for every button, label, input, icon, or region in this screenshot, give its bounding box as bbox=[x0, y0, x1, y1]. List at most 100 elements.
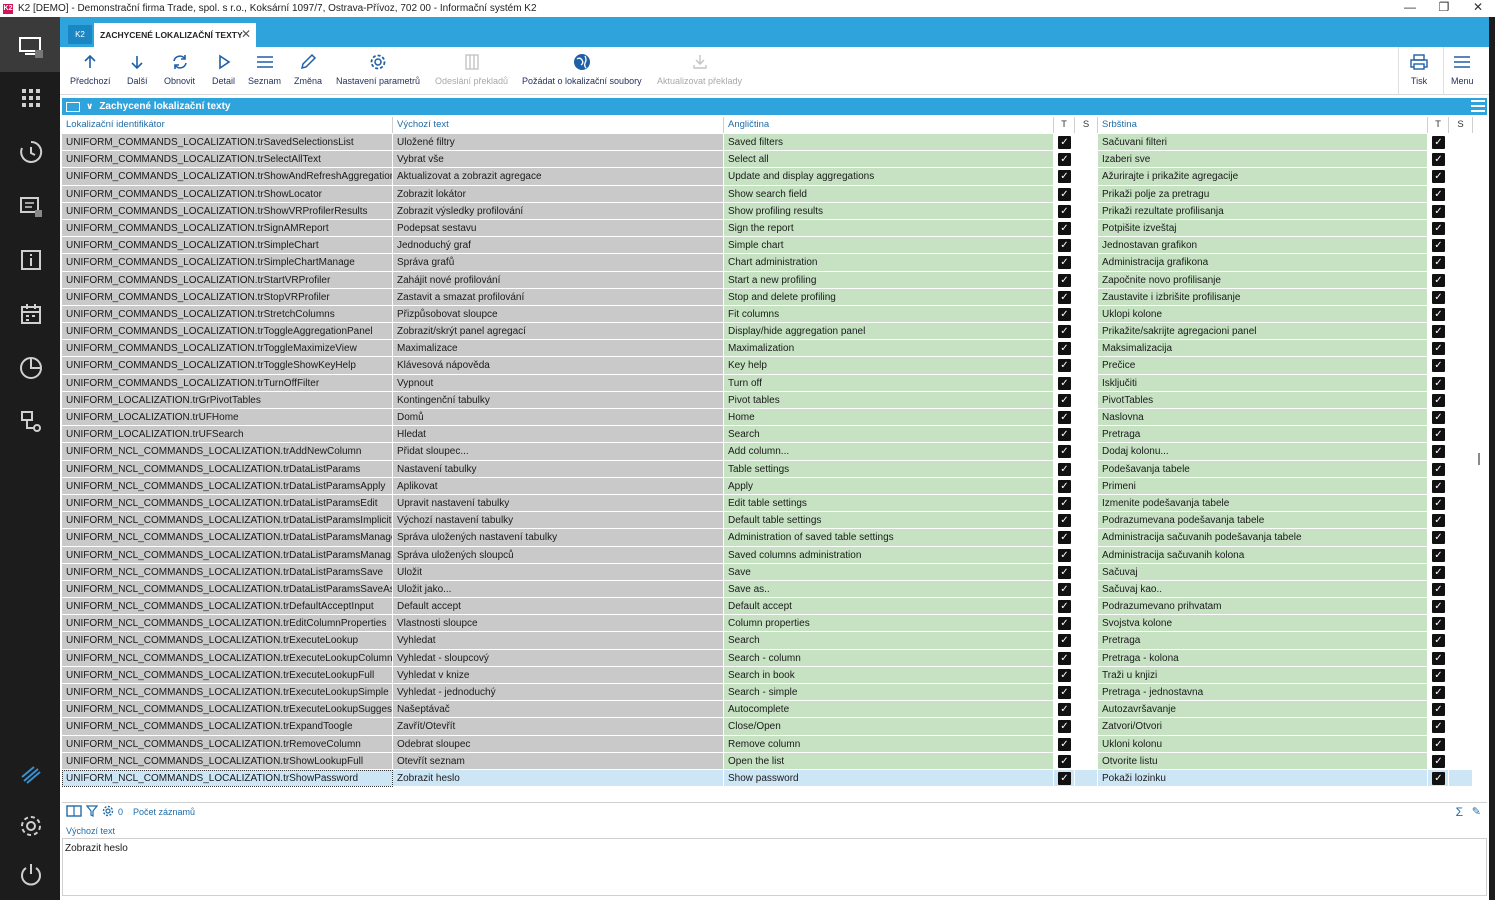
cell-t-english[interactable]: ✓ bbox=[1054, 615, 1075, 633]
cell-s-english[interactable] bbox=[1075, 202, 1098, 220]
cell-id[interactable]: UNIFORM_NCL_COMMANDS_LOCALIZATION.trExpa… bbox=[62, 718, 393, 736]
cell-s-serbian[interactable] bbox=[1449, 271, 1473, 289]
table-row[interactable]: UNIFORM_COMMANDS_LOCALIZATION.trStretchC… bbox=[62, 305, 1473, 324]
cell-s-serbian[interactable] bbox=[1449, 305, 1473, 324]
cell-s-english[interactable] bbox=[1075, 598, 1098, 616]
cell-t-serbian[interactable]: ✓ bbox=[1428, 151, 1449, 169]
table-row[interactable]: UNIFORM_NCL_COMMANDS_LOCALIZATION.trExec… bbox=[62, 632, 1473, 650]
table-row[interactable]: UNIFORM_COMMANDS_LOCALIZATION.trShowAndR… bbox=[62, 168, 1473, 186]
checkbox-checked[interactable]: ✓ bbox=[1432, 221, 1445, 235]
checkbox-checked[interactable]: ✓ bbox=[1058, 136, 1071, 149]
checkbox-checked[interactable]: ✓ bbox=[1432, 187, 1445, 201]
table-row[interactable]: UNIFORM_LOCALIZATION.trUFHome Domů Home ✓ Na… bbox=[62, 409, 1473, 427]
cell-english[interactable]: Pivot tables bbox=[724, 391, 1054, 409]
cell-t-serbian[interactable]: ✓ bbox=[1428, 340, 1449, 358]
cell-serbian[interactable]: Dodaj kolonu... bbox=[1098, 443, 1428, 461]
cell-s-serbian[interactable] bbox=[1449, 701, 1473, 719]
checkbox-checked[interactable]: ✓ bbox=[1432, 170, 1445, 184]
tab-captured-texts[interactable]: ZACHYCENÉ LOKALIZAČNÍ TEXTY ✕ bbox=[94, 23, 256, 47]
table-row[interactable]: UNIFORM_COMMANDS_LOCALIZATION.trShowVRPr… bbox=[62, 202, 1473, 220]
cell-default-text[interactable]: Zobrazit lokátor bbox=[393, 185, 724, 203]
cell-english[interactable]: Select all bbox=[724, 151, 1054, 169]
cell-s-serbian[interactable] bbox=[1449, 134, 1473, 152]
cell-t-serbian[interactable]: ✓ bbox=[1428, 460, 1449, 478]
cell-t-serbian[interactable]: ✓ bbox=[1428, 701, 1449, 719]
cell-s-serbian[interactable] bbox=[1449, 718, 1473, 736]
cell-english[interactable]: Saved columns administration bbox=[724, 546, 1054, 564]
column-header-s-english[interactable]: S bbox=[1075, 117, 1098, 133]
cell-serbian[interactable]: Ukloni kolonu bbox=[1098, 735, 1428, 753]
grid-menu-icon[interactable] bbox=[1471, 100, 1485, 112]
cell-english[interactable]: Key help bbox=[724, 357, 1054, 375]
checkbox-checked[interactable]: ✓ bbox=[1058, 273, 1071, 287]
table-row[interactable]: UNIFORM_NCL_COMMANDS_LOCALIZATION.trDefa… bbox=[62, 598, 1473, 616]
cell-t-english[interactable]: ✓ bbox=[1054, 374, 1075, 392]
cell-t-english[interactable]: ✓ bbox=[1054, 254, 1075, 272]
cell-t-serbian[interactable]: ✓ bbox=[1428, 426, 1449, 444]
cell-s-english[interactable] bbox=[1075, 357, 1098, 375]
menu-button[interactable]: Menu bbox=[1451, 53, 1474, 91]
cell-s-english[interactable] bbox=[1075, 563, 1098, 581]
cell-english[interactable]: Search bbox=[724, 426, 1054, 444]
cell-default-text[interactable]: Přizpůsobovat sloupce bbox=[393, 305, 724, 324]
checkbox-checked[interactable]: ✓ bbox=[1058, 153, 1071, 167]
checkbox-checked[interactable]: ✓ bbox=[1432, 496, 1445, 510]
cell-default-text[interactable]: Vyhledat bbox=[393, 632, 724, 650]
cell-serbian[interactable]: Prikažite/sakrijte agregacioni panel bbox=[1098, 323, 1428, 341]
table-row[interactable]: UNIFORM_NCL_COMMANDS_LOCALIZATION.trExec… bbox=[62, 666, 1473, 684]
checkbox-checked[interactable]: ✓ bbox=[1432, 703, 1445, 717]
cell-s-serbian[interactable] bbox=[1449, 426, 1473, 444]
cell-t-english[interactable]: ✓ bbox=[1054, 219, 1075, 238]
cell-id[interactable]: UNIFORM_NCL_COMMANDS_LOCALIZATION.trExec… bbox=[62, 666, 393, 684]
cell-english[interactable]: Open the list bbox=[724, 752, 1054, 770]
cell-english[interactable]: Edit table settings bbox=[724, 494, 1054, 513]
checkbox-checked[interactable]: ✓ bbox=[1432, 634, 1445, 648]
cell-default-text[interactable]: Vyhledat - jednoduchý bbox=[393, 684, 724, 702]
table-row[interactable]: UNIFORM_NCL_COMMANDS_LOCALIZATION.trData… bbox=[62, 460, 1473, 478]
cell-serbian[interactable]: Administracija sačuvanih podešavanja tab… bbox=[1098, 529, 1428, 547]
cell-t-english[interactable]: ✓ bbox=[1054, 357, 1075, 375]
cell-serbian[interactable]: Autozavršavanje bbox=[1098, 701, 1428, 719]
table-row[interactable]: UNIFORM_NCL_COMMANDS_LOCALIZATION.trAddN… bbox=[62, 443, 1473, 461]
cell-serbian[interactable]: Izaberi sve bbox=[1098, 151, 1428, 169]
table-row[interactable]: UNIFORM_COMMANDS_LOCALIZATION.trShowLoca… bbox=[62, 185, 1473, 203]
cell-t-english[interactable]: ✓ bbox=[1054, 323, 1075, 341]
cell-id[interactable]: UNIFORM_NCL_COMMANDS_LOCALIZATION.trExec… bbox=[62, 701, 393, 719]
cell-default-text[interactable]: Správa grafů bbox=[393, 254, 724, 272]
cell-t-serbian[interactable]: ✓ bbox=[1428, 219, 1449, 238]
cell-t-english[interactable]: ✓ bbox=[1054, 546, 1075, 564]
cell-id[interactable]: UNIFORM_NCL_COMMANDS_LOCALIZATION.trData… bbox=[62, 546, 393, 564]
cell-english[interactable]: Apply bbox=[724, 477, 1054, 495]
checkbox-checked[interactable]: ✓ bbox=[1058, 754, 1071, 768]
cell-english[interactable]: Update and display aggregations bbox=[724, 168, 1054, 186]
cell-english[interactable]: Save as.. bbox=[724, 580, 1054, 599]
checkbox-checked[interactable]: ✓ bbox=[1058, 290, 1071, 304]
cell-serbian[interactable]: Otvorite listu bbox=[1098, 752, 1428, 770]
cell-s-english[interactable] bbox=[1075, 185, 1098, 203]
cell-s-english[interactable] bbox=[1075, 254, 1098, 272]
cell-serbian[interactable]: Zaustavite i izbrišite profilisanje bbox=[1098, 288, 1428, 306]
checkbox-checked[interactable]: ✓ bbox=[1432, 325, 1445, 339]
cell-default-text[interactable]: Výchozí nastavení tabulky bbox=[393, 512, 724, 530]
checkbox-checked[interactable]: ✓ bbox=[1058, 479, 1071, 493]
cell-t-english[interactable]: ✓ bbox=[1054, 443, 1075, 461]
cell-serbian[interactable]: Primeni bbox=[1098, 477, 1428, 495]
cell-serbian[interactable]: Maksimalizacija bbox=[1098, 340, 1428, 358]
column-header-t-english[interactable]: T bbox=[1054, 117, 1075, 133]
table-row[interactable]: UNIFORM_NCL_COMMANDS_LOCALIZATION.trData… bbox=[62, 580, 1473, 599]
cell-serbian[interactable]: Ažurirajte i prikažite agregacije bbox=[1098, 168, 1428, 186]
cell-t-serbian[interactable]: ✓ bbox=[1428, 684, 1449, 702]
minimize-button[interactable]: — bbox=[1393, 0, 1427, 17]
maximize-button[interactable]: ❐ bbox=[1427, 0, 1461, 17]
cell-english[interactable]: Turn off bbox=[724, 374, 1054, 392]
table-row[interactable]: UNIFORM_COMMANDS_LOCALIZATION.trSelectAl… bbox=[62, 151, 1473, 169]
cell-s-english[interactable] bbox=[1075, 271, 1098, 289]
checkbox-checked[interactable]: ✓ bbox=[1058, 342, 1071, 356]
table-row[interactable]: UNIFORM_LOCALIZATION.trUFSearch Hledat Sea… bbox=[62, 426, 1473, 444]
filter-icon[interactable] bbox=[85, 805, 99, 819]
cell-s-english[interactable] bbox=[1075, 684, 1098, 702]
request-files-button[interactable]: Požádat o lokalizační soubory bbox=[522, 53, 642, 91]
cell-s-serbian[interactable] bbox=[1449, 649, 1473, 667]
table-row[interactable]: UNIFORM_NCL_COMMANDS_LOCALIZATION.trExec… bbox=[62, 701, 1473, 719]
cell-s-serbian[interactable] bbox=[1449, 598, 1473, 616]
